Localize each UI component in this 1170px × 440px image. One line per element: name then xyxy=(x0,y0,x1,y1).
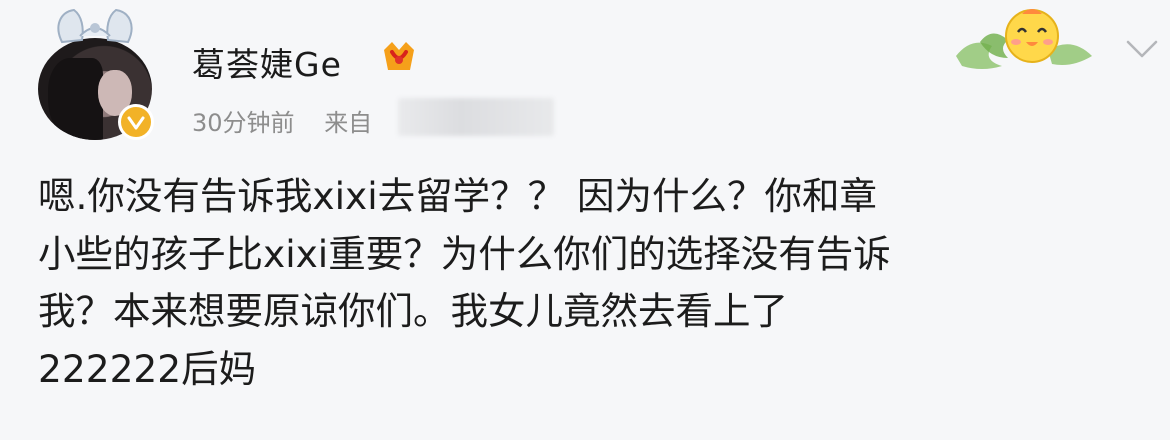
avatar-ears-decoration-icon xyxy=(57,8,133,44)
post-content: 嗯.你没有告诉我xixi去留学？？ 因为什么？你和章 小些的孩子比xixi重要？… xyxy=(38,168,1148,398)
post-content-line: 嗯.你没有告诉我xixi去留学？？ 因为什么？你和章 xyxy=(38,174,878,218)
post-meta: 30分钟前 来自 xyxy=(192,103,372,138)
member-crown-icon[interactable] xyxy=(380,38,418,74)
post-timestamp[interactable]: 30分钟前 xyxy=(192,109,295,137)
post-source-label: 来自 xyxy=(324,109,373,137)
post-content-line: 小些的孩子比xixi重要？为什么你们的选择没有告诉 xyxy=(38,231,891,276)
chick-sticker-icon xyxy=(956,9,1092,69)
weibo-post: 葛荟婕Ge 30分钟前 来自 嗯.你没有告诉我xixi去留学？？ 因为什么？你和… xyxy=(0,0,1170,440)
username[interactable]: 葛荟婕Ge xyxy=(192,38,342,86)
post-content-line: 222222后妈 xyxy=(38,346,257,391)
avatar-hair xyxy=(48,58,103,140)
post-content-line: 我？本来想要原谅你们。我女儿竟然去看上了 xyxy=(38,289,788,333)
verified-badge-icon xyxy=(118,104,154,140)
chevron-down-icon[interactable] xyxy=(1125,38,1159,60)
post-source-blurred xyxy=(398,98,554,136)
